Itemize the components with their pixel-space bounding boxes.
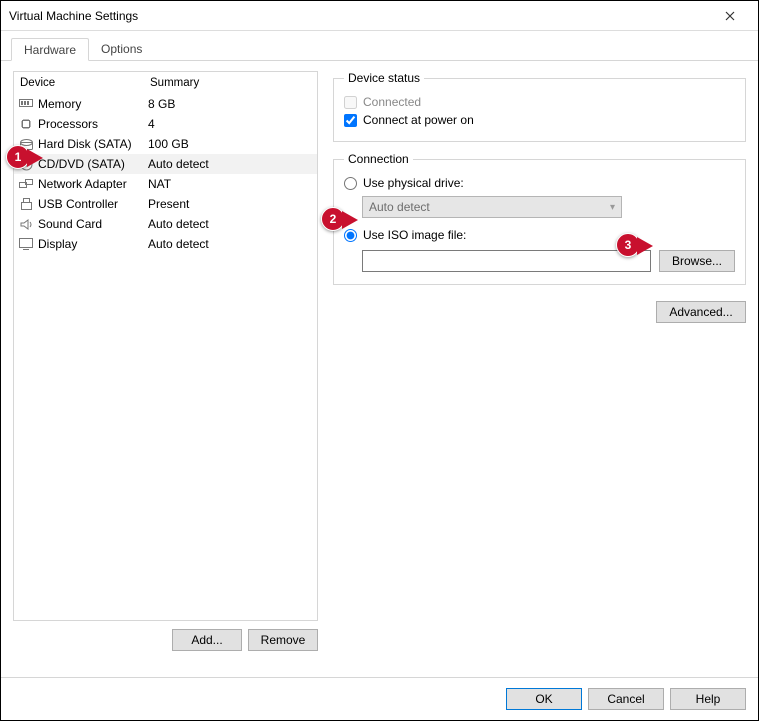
advanced-row: Advanced... (333, 301, 746, 323)
tab-options[interactable]: Options (89, 38, 154, 61)
memory-icon (18, 97, 34, 111)
ok-button[interactable]: OK (506, 688, 582, 710)
window-title: Virtual Machine Settings (9, 9, 710, 23)
chevron-down-icon: ▾ (610, 202, 615, 213)
use-iso-radio-row[interactable]: Use ISO image file: (344, 226, 735, 244)
device-summary: Auto detect (148, 236, 313, 252)
header-device: Device (20, 77, 150, 89)
device-label: Processors (38, 116, 98, 132)
left-panel: Device Summary Memory 8 GB Processors 4 (13, 71, 318, 651)
iso-row: Browse... (362, 250, 735, 272)
cpu-icon (18, 117, 34, 131)
annotation-2: 2 (321, 207, 345, 231)
use-physical-radio[interactable] (344, 177, 357, 190)
device-label: Memory (38, 96, 81, 112)
device-label: Sound Card (38, 216, 102, 232)
device-row-cddvd[interactable]: CD/DVD (SATA) Auto detect (14, 154, 317, 174)
device-row-usb[interactable]: USB Controller Present (14, 194, 317, 214)
usb-icon (18, 197, 34, 211)
device-label: Display (38, 236, 77, 252)
device-summary: 8 GB (148, 96, 313, 112)
header-summary: Summary (150, 77, 311, 89)
title-bar: Virtual Machine Settings (1, 1, 758, 31)
connect-poweron-checkbox[interactable] (344, 114, 357, 127)
device-row-memory[interactable]: Memory 8 GB (14, 94, 317, 114)
cancel-button[interactable]: Cancel (588, 688, 664, 710)
device-row-processors[interactable]: Processors 4 (14, 114, 317, 134)
add-button[interactable]: Add... (172, 629, 242, 651)
use-iso-radio[interactable] (344, 229, 357, 242)
device-row-display[interactable]: Display Auto detect (14, 234, 317, 254)
iso-path-input[interactable] (362, 250, 651, 272)
device-row-harddisk[interactable]: Hard Disk (SATA) 100 GB (14, 134, 317, 154)
device-summary: Present (148, 196, 313, 212)
device-label: CD/DVD (SATA) (38, 156, 125, 172)
device-summary: Auto detect (148, 156, 313, 172)
device-status-group: Device status Connected Connect at power… (333, 71, 746, 142)
device-summary: Auto detect (148, 216, 313, 232)
annotation-3: 3 (616, 233, 640, 257)
connected-checkbox-row: Connected (344, 93, 735, 111)
device-row-network[interactable]: Network Adapter NAT (14, 174, 317, 194)
connected-label: Connected (363, 95, 421, 109)
close-icon (725, 11, 735, 21)
connect-poweron-label: Connect at power on (363, 113, 474, 127)
device-label: Network Adapter (38, 176, 127, 192)
remove-button[interactable]: Remove (248, 629, 318, 651)
use-iso-label: Use ISO image file: (363, 228, 466, 242)
network-icon (18, 177, 34, 191)
dialog-footer: OK Cancel Help (1, 677, 758, 720)
tab-hardware[interactable]: Hardware (11, 38, 89, 61)
device-label: Hard Disk (SATA) (38, 136, 132, 152)
physical-drive-dropdown: Auto detect ▾ (362, 196, 622, 218)
connect-poweron-checkbox-row[interactable]: Connect at power on (344, 111, 735, 129)
device-row-sound[interactable]: Sound Card Auto detect (14, 214, 317, 234)
tab-strip: Hardware Options (1, 31, 758, 61)
device-summary: 4 (148, 116, 313, 132)
use-physical-radio-row[interactable]: Use physical drive: (344, 174, 735, 192)
use-physical-label: Use physical drive: (363, 176, 464, 190)
device-list-header: Device Summary (14, 72, 317, 94)
left-buttons: Add... Remove (13, 629, 318, 651)
connected-checkbox (344, 96, 357, 109)
display-icon (18, 237, 34, 251)
close-button[interactable] (710, 2, 750, 30)
annotation-1: 1 (6, 145, 30, 169)
connection-legend: Connection (344, 152, 413, 166)
device-summary: 100 GB (148, 136, 313, 152)
help-button[interactable]: Help (670, 688, 746, 710)
connection-group: Connection Use physical drive: Auto dete… (333, 152, 746, 285)
advanced-button[interactable]: Advanced... (656, 301, 746, 323)
device-list: Device Summary Memory 8 GB Processors 4 (13, 71, 318, 621)
device-summary: NAT (148, 176, 313, 192)
device-label: USB Controller (38, 196, 118, 212)
device-status-legend: Device status (344, 71, 424, 85)
sound-icon (18, 217, 34, 231)
browse-button[interactable]: Browse... (659, 250, 735, 272)
right-panel: Device status Connected Connect at power… (333, 71, 746, 651)
physical-drive-value: Auto detect (369, 200, 430, 214)
content-area: Device Summary Memory 8 GB Processors 4 (1, 61, 758, 661)
